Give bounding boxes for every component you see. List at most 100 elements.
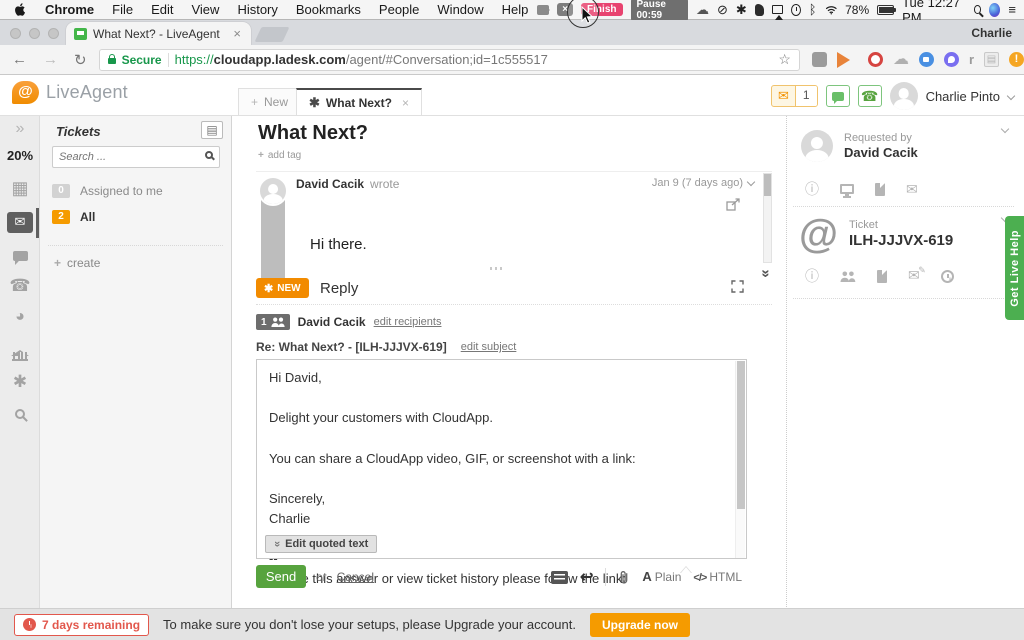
expand-panel-icon[interactable]: »: [0, 120, 40, 138]
settings-nav-icon[interactable]: ✱: [0, 372, 40, 392]
get-live-help-tab[interactable]: Get Live Help: [1005, 216, 1024, 320]
r-extension-icon[interactable]: r: [969, 52, 974, 67]
filter-all[interactable]: 2 All: [52, 210, 95, 224]
collapse-requester-icon[interactable]: [1001, 125, 1009, 133]
add-tag-button[interactable]: + add tag: [258, 150, 301, 161]
mail-notification-badge[interactable]: ✉ 1: [771, 85, 818, 107]
browser-tab[interactable]: What Next? - LiveAgent ×: [66, 22, 251, 45]
siri-icon[interactable]: [989, 3, 1000, 17]
ticket-id[interactable]: ILH-JJJVX-619: [849, 232, 953, 249]
spotlight-search-icon[interactable]: [974, 5, 982, 14]
agent-avatar[interactable]: [890, 82, 918, 110]
window-zoom-button[interactable]: [48, 28, 59, 39]
reload-button[interactable]: ↻: [66, 51, 95, 69]
menu-help[interactable]: Help: [493, 2, 538, 17]
page-url[interactable]: https://cloudapp.ladesk.com/agent/#Conve…: [175, 52, 773, 67]
chevron-down-icon[interactable]: [1007, 92, 1015, 100]
editor-scrollbar[interactable]: [735, 361, 745, 558]
academy-nav-icon-base[interactable]: [0, 348, 40, 366]
recipient-count-badge[interactable]: 1: [256, 314, 290, 330]
edit-subject-link[interactable]: edit subject: [461, 341, 517, 353]
phone-status-button[interactable]: ☎: [858, 85, 882, 107]
window-close-button[interactable]: [10, 28, 21, 39]
agent-name[interactable]: Charlie Pinto: [926, 89, 1000, 104]
reply-editor[interactable]: Hi David, Delight your customers with Cl…: [256, 359, 747, 559]
back-button[interactable]: ←: [0, 51, 35, 68]
requester-name[interactable]: David Cacik: [844, 145, 918, 160]
forward-mail-icon[interactable]: ✉✎: [908, 267, 920, 285]
upgrade-now-button[interactable]: Upgrade now: [590, 613, 690, 637]
menu-people[interactable]: People: [370, 2, 428, 17]
recorder-pause-button[interactable]: Pause 00:59: [631, 0, 688, 22]
do-not-disturb-icon[interactable]: ⊘: [717, 2, 728, 18]
red-ring-extension-icon[interactable]: [868, 52, 883, 67]
menu-file[interactable]: File: [103, 2, 142, 17]
plain-format-toggle[interactable]: APlain: [642, 568, 681, 586]
tickets-nav-icon[interactable]: ✉: [7, 212, 33, 233]
ticket-search-input[interactable]: [59, 149, 189, 165]
cloudapp-menu-icon[interactable]: ☁: [696, 2, 709, 18]
notification-center-icon[interactable]: ≡: [1008, 2, 1016, 17]
chats-nav-icon[interactable]: [0, 248, 40, 266]
chat-status-button[interactable]: [826, 85, 850, 107]
wifi-icon[interactable]: [825, 4, 838, 16]
search-icon[interactable]: [205, 151, 213, 159]
info-icon[interactable]: ⓘ: [805, 266, 819, 286]
forward-button[interactable]: →: [35, 51, 66, 68]
scrollbar-thumb[interactable]: [737, 361, 745, 509]
address-bar[interactable]: Secure https://cloudapp.ladesk.com/agent…: [99, 49, 800, 71]
liveagent-logo[interactable]: @ LiveAgent: [12, 81, 128, 104]
message-scrollbar[interactable]: [763, 173, 772, 263]
window-minimize-button[interactable]: [29, 28, 40, 39]
bluetooth-icon[interactable]: ᛒ: [809, 2, 817, 17]
apple-menu-icon[interactable]: [0, 2, 36, 17]
search-nav-icon[interactable]: [0, 406, 40, 424]
evernote-extension-icon[interactable]: [812, 52, 827, 67]
bookmark-star-icon[interactable]: ☆: [778, 51, 791, 68]
menu-bookmarks[interactable]: Bookmarks: [287, 2, 370, 17]
undo-arrow-icon[interactable]: ↩: [580, 567, 593, 587]
grid-extension-icon[interactable]: ▤: [984, 52, 999, 67]
calls-nav-icon[interactable]: ☎: [0, 276, 40, 296]
edit-recipients-link[interactable]: edit recipients: [374, 316, 442, 328]
dashboard-icon[interactable]: ▦: [0, 178, 40, 199]
menu-view[interactable]: View: [182, 2, 228, 17]
purple-extension-icon[interactable]: [944, 52, 959, 67]
tab-close-icon[interactable]: ×: [231, 26, 243, 41]
new-tab-button[interactable]: [255, 27, 290, 42]
info-icon[interactable]: ⓘ: [805, 179, 819, 199]
alert-extension-icon[interactable]: !: [1009, 52, 1024, 67]
expand-editor-icon[interactable]: [731, 280, 744, 293]
message-date[interactable]: Jan 9 (7 days ago): [652, 177, 754, 189]
filter-assigned-to-me[interactable]: 0 Assigned to me: [52, 184, 163, 198]
create-filter-button[interactable]: + create: [54, 256, 100, 270]
tab-what-next[interactable]: ✱ What Next? ×: [296, 88, 422, 115]
open-in-new-window-icon[interactable]: [726, 198, 740, 211]
resize-handle[interactable]: [490, 267, 504, 270]
document-icon[interactable]: [875, 183, 885, 196]
ticket-search-box[interactable]: [52, 146, 220, 168]
canned-messages-icon[interactable]: [551, 571, 568, 584]
cancel-link[interactable]: Cancel: [337, 570, 374, 584]
menu-window[interactable]: Window: [428, 2, 492, 17]
blue-camera-extension-icon[interactable]: [919, 52, 934, 67]
zoom-level[interactable]: 20%: [0, 148, 40, 163]
monitor-icon[interactable]: [840, 184, 854, 194]
envelope-icon[interactable]: ✉: [906, 181, 918, 198]
time-machine-icon[interactable]: [791, 4, 801, 16]
clock-icon[interactable]: [941, 270, 954, 283]
menu-chrome[interactable]: Chrome: [36, 2, 103, 17]
html-format-toggle[interactable]: </>HTML: [693, 568, 742, 586]
scrollbar-thumb[interactable]: [764, 174, 771, 196]
cloudapp-extension-icon[interactable]: ☁: [893, 53, 909, 67]
recorder-camera-icon[interactable]: [537, 5, 549, 15]
tab-close-icon[interactable]: ×: [402, 96, 409, 110]
reply-body-text[interactable]: Hi David, Delight your customers with Cl…: [269, 368, 726, 590]
reports-nav-icon[interactable]: ◕: [0, 308, 40, 326]
new-reply-badge[interactable]: ✱NEW: [256, 278, 309, 298]
people-icon[interactable]: [840, 271, 856, 282]
document-icon[interactable]: [877, 270, 887, 283]
chrome-profile-name[interactable]: Charlie: [971, 26, 1012, 40]
asterisk-menu-icon[interactable]: ✱: [736, 2, 747, 18]
send-button[interactable]: Send: [256, 565, 306, 588]
